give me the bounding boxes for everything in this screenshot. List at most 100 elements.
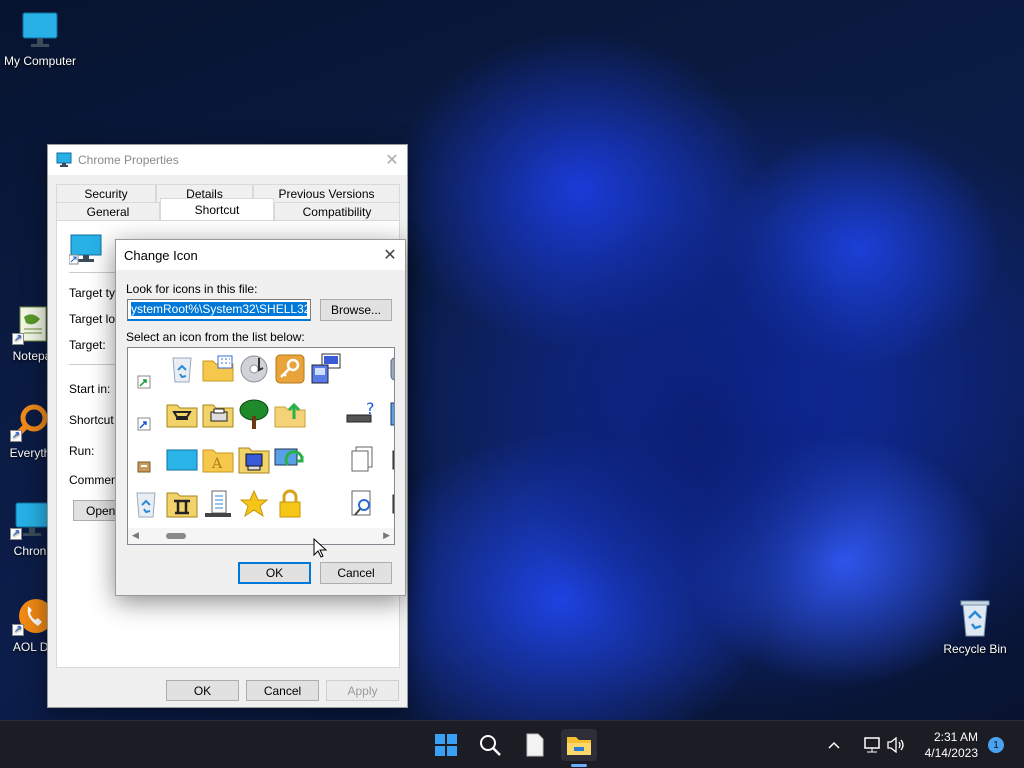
search-icon (480, 735, 501, 756)
search-button[interactable] (472, 729, 508, 761)
document-icon (526, 733, 544, 757)
folder-computer-icon[interactable] (238, 444, 270, 476)
windows-logo-icon (435, 734, 457, 756)
ok-button[interactable]: OK (166, 680, 239, 701)
star-icon[interactable] (238, 488, 270, 520)
tab-general[interactable]: General (56, 202, 160, 220)
clock-time: 2:31 AM (933, 730, 978, 744)
target-type-label: Target typ (69, 286, 122, 300)
control-panel-folder-icon[interactable] (166, 488, 198, 520)
show-hidden-icons-button[interactable] (822, 729, 846, 761)
notepad-taskbar-button[interactable] (517, 729, 553, 761)
apply-button[interactable]: Apply (326, 680, 399, 701)
recycle-bin-icon[interactable] (130, 488, 162, 520)
cancel-button[interactable]: Cancel (246, 680, 319, 701)
desktop-icon-my-computer[interactable]: My Computer (0, 10, 80, 68)
desktop-icon-label: Recycle Bin (943, 642, 1007, 656)
network-computers-icon[interactable] (310, 353, 342, 385)
documents-icon[interactable] (346, 444, 378, 476)
folder-icon (567, 737, 591, 755)
notepad-icon: ↗ (12, 305, 52, 345)
scroll-left-icon[interactable]: ◀ (132, 530, 139, 541)
partial-icon[interactable] (378, 398, 394, 430)
start-button[interactable] (428, 729, 464, 761)
cd-disc-icon[interactable] (238, 353, 270, 385)
folder-up-icon[interactable] (274, 398, 306, 430)
icon-list[interactable]: ? A ◀ ▶ (127, 347, 395, 545)
search-document-icon[interactable] (346, 488, 378, 520)
key-icon[interactable] (274, 353, 306, 385)
tab-shortcut[interactable]: Shortcut (160, 198, 274, 220)
taskbar: 2:31 AM 4/14/2023 1 (0, 720, 1024, 768)
mouse-cursor-icon (313, 538, 327, 558)
lock-icon[interactable] (274, 488, 306, 520)
shortcut-arrow-icon: ↗ (12, 333, 24, 345)
box-icon[interactable] (128, 450, 160, 482)
ok-button[interactable]: OK (238, 562, 311, 584)
drive-help-icon[interactable]: ? (346, 398, 378, 430)
fonts-folder-icon[interactable]: A (202, 444, 234, 476)
tab-previous-versions[interactable]: Previous Versions (253, 184, 400, 202)
horizontal-scrollbar[interactable]: ◀ ▶ (128, 528, 394, 544)
monitor-icon[interactable] (166, 444, 198, 476)
list-label: Select an icon from the list below: (126, 330, 305, 344)
svg-text:A: A (211, 456, 223, 472)
start-in-label: Start in: (69, 382, 111, 396)
folder-grid-icon[interactable] (202, 353, 234, 385)
active-indicator (571, 764, 587, 767)
shortcut-arrow-icon: ↗ (10, 430, 22, 442)
server-list-icon[interactable] (202, 488, 234, 520)
everything-search-icon: ↗ (10, 402, 50, 442)
shortcut-arrow-small-icon[interactable] (128, 408, 160, 440)
icon-file-value: ystemRoot%\System32\SHELL32.dll (131, 302, 307, 316)
partial-icon[interactable] (378, 488, 394, 520)
target-label: Target: (69, 338, 106, 352)
clock-date: 4/14/2023 (924, 746, 978, 760)
scroll-right-icon[interactable]: ▶ (383, 530, 390, 541)
run-label: Run: (69, 444, 95, 458)
partial-icon[interactable] (378, 353, 394, 385)
network-icon (864, 737, 880, 753)
monitor-icon: ↗ (10, 500, 50, 540)
close-icon[interactable]: ✕ (377, 145, 407, 175)
monitor-icon (69, 234, 102, 265)
desktop-icon-recycle-bin[interactable]: Recycle Bin (935, 598, 1015, 656)
close-icon[interactable]: ✕ (375, 240, 405, 270)
tab-compatibility[interactable]: Compatibility (274, 202, 400, 220)
aol-dialer-icon: ↗ (12, 596, 53, 636)
target-location-label: Target loc (69, 312, 122, 326)
notification-badge[interactable]: 1 (988, 737, 1004, 753)
clock[interactable]: 2:31 AM 4/14/2023 (925, 729, 978, 761)
speaker-icon (887, 737, 904, 753)
network-button[interactable] (860, 729, 884, 761)
sync-icon[interactable] (274, 444, 306, 476)
properties-titlebar[interactable]: Chrome Properties ✕ (48, 145, 407, 175)
change-icon-dialog: Change Icon ✕ Look for icons in this fil… (115, 239, 406, 596)
cancel-button[interactable]: Cancel (320, 562, 392, 584)
volume-button[interactable] (884, 729, 908, 761)
change-icon-titlebar[interactable]: Change Icon ✕ (116, 240, 405, 270)
recycle-bin-icon (955, 598, 995, 638)
tree-icon[interactable] (238, 398, 270, 430)
shortcut-arrow-icon: ↗ (12, 624, 24, 636)
monitor-icon (56, 152, 72, 167)
desktop-icon-label: My Computer (3, 54, 77, 68)
tab-security[interactable]: Security (56, 184, 156, 202)
recycle-bin-icon[interactable] (166, 353, 198, 385)
notification-count: 1 (993, 739, 999, 751)
shortcut-arrow-small-icon[interactable] (128, 366, 160, 398)
scrollbar-thumb[interactable] (166, 533, 186, 539)
browse-button[interactable]: Browse... (320, 299, 392, 321)
folder-options-icon[interactable] (166, 398, 198, 430)
file-explorer-taskbar-button[interactable] (561, 729, 597, 767)
partial-icon[interactable] (378, 444, 394, 476)
icon-file-input[interactable]: ystemRoot%\System32\SHELL32.dll (127, 299, 311, 321)
chevron-up-icon (828, 741, 840, 749)
monitor-icon (20, 10, 60, 50)
folder-printer-icon[interactable] (202, 398, 234, 430)
window-title: Chrome Properties (78, 153, 179, 167)
shortcut-arrow-icon: ↗ (10, 528, 22, 540)
file-label: Look for icons in this file: (126, 282, 258, 296)
svg-text:?: ? (366, 399, 375, 418)
dialog-title: Change Icon (124, 247, 198, 263)
